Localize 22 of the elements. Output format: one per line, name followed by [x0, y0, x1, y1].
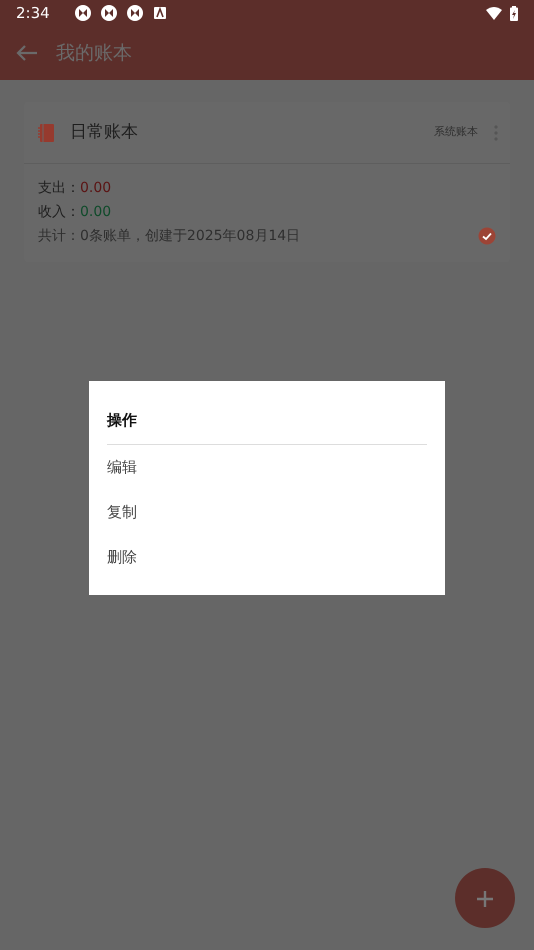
book-summary: 共计：0条账单，创建于2025年08月14日: [38, 227, 300, 246]
expense-label: 支出：: [38, 180, 80, 196]
wifi-icon: [486, 6, 502, 20]
book-tag: 系统账本: [434, 124, 478, 141]
menu-item[interactable]: 复制: [107, 490, 427, 534]
income-amount: 0.00: [80, 204, 112, 220]
status-time: 2:34: [16, 2, 50, 24]
battery-icon: [510, 6, 518, 20]
notification-icon: [100, 4, 118, 22]
expense-amount: 0.00: [80, 180, 112, 196]
keyboard-icon: [154, 7, 166, 19]
dialog-title: 操作: [107, 409, 427, 444]
page-title: 我的账本: [56, 40, 132, 66]
notification-icon: [74, 4, 92, 22]
book-name: 日常账本: [70, 120, 138, 144]
back-arrow-icon[interactable]: [16, 44, 38, 62]
notification-icon: [126, 4, 144, 22]
menu-item[interactable]: 删除: [107, 534, 427, 580]
plus-icon: [475, 888, 495, 909]
income-label: 收入：: [38, 204, 80, 220]
notebook-icon: [36, 122, 56, 142]
menu-item[interactable]: 编辑: [107, 444, 427, 490]
